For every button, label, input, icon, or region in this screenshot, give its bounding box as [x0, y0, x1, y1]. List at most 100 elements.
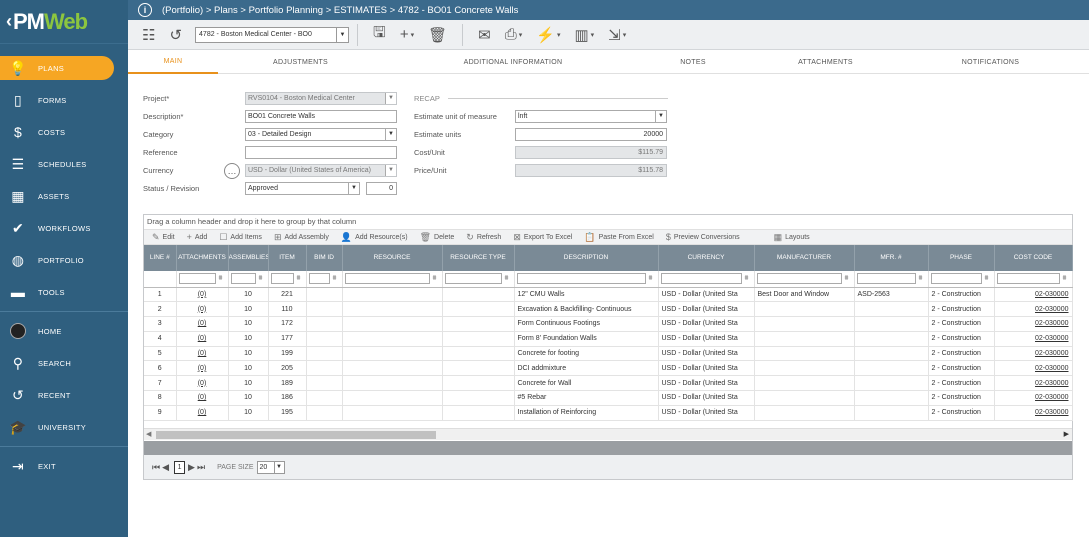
reference-field[interactable] — [245, 146, 397, 159]
cell-att[interactable]: (0) — [176, 346, 229, 362]
filter-cell[interactable]: ⩩ — [176, 271, 229, 288]
filter-cell[interactable]: ⩩ — [928, 271, 995, 288]
last-page-icon[interactable]: ⏭ — [197, 462, 205, 473]
tab-adjustments[interactable]: ADJUSTMENTS — [218, 50, 383, 74]
filter-cell[interactable]: ⩩ — [514, 271, 659, 288]
sidebar-item-workflows[interactable]: ✔ WORKFLOWS — [0, 212, 128, 244]
sidebar-item-assets[interactable]: ▦ ASSETS — [0, 180, 128, 212]
col-phase[interactable]: PHASE — [928, 245, 995, 271]
table-row[interactable]: 4 (0) 10 177 Form 8' Foundation Walls USD - D… — [144, 331, 1073, 347]
cell-code[interactable]: 02-030000 — [994, 405, 1073, 421]
table-row[interactable]: 9 (0) 10 195 Installation of Reinforcing USD … — [144, 405, 1073, 421]
sidebar-item-forms[interactable]: ▯ FORMS — [0, 84, 128, 116]
prev-page-icon[interactable]: ◀ — [162, 462, 169, 473]
col-resource[interactable]: RESOURCE — [342, 245, 443, 271]
sidebar-item-exit[interactable]: ⇥ EXIT — [0, 450, 128, 482]
next-page-icon[interactable]: ▶ — [188, 462, 195, 473]
add-items-button[interactable]: ☐ Add Items — [219, 232, 262, 243]
scroll-thumb[interactable] — [156, 431, 436, 439]
cell-att[interactable]: (0) — [176, 287, 229, 303]
col-description[interactable]: DESCRIPTION — [514, 245, 659, 271]
category-select[interactable]: 03 - Detailed Design ▼ — [245, 128, 397, 141]
currency-select[interactable]: USD - Dollar (United States of America) ▼ — [245, 164, 397, 177]
add-assembly-button[interactable]: ⊞ Add Assembly — [274, 232, 329, 243]
tab-notes[interactable]: NOTES — [643, 50, 743, 74]
filter-icon[interactable]: ⩩ — [842, 275, 852, 283]
refresh-button[interactable]: ↻ Refresh — [466, 232, 501, 243]
filter-icon[interactable]: ⩩ — [502, 275, 512, 283]
sidebar-item-search[interactable]: ⚲ SEARCH — [0, 347, 128, 379]
filter-cell[interactable]: ⩩ — [342, 271, 443, 288]
filter-cell[interactable]: ⩩ — [658, 271, 755, 288]
table-row[interactable]: 3 (0) 10 172 Form Continuous Footings USD - D… — [144, 316, 1073, 332]
filter-cell[interactable]: ⩩ — [442, 271, 515, 288]
col-attachments[interactable]: ATTACHMENTS — [176, 245, 229, 271]
breadcrumb[interactable]: (Portfolio) > Plans > Portfolio Planning… — [162, 5, 518, 16]
units-field[interactable]: 20000 — [515, 128, 667, 141]
filter-cell[interactable]: ⩩ — [228, 271, 269, 288]
table-row[interactable]: 6 (0) 10 205 DCI addmixture USD - Dollar (Uni… — [144, 360, 1073, 377]
cell-code[interactable]: 02-030000 — [994, 360, 1073, 377]
filter-cell[interactable]: ⩩ — [994, 271, 1073, 288]
col-assemblies[interactable]: ASSEMBLIES — [228, 245, 269, 271]
delete-button[interactable]: 🗑 Delete — [420, 232, 455, 243]
page-number[interactable]: 1 — [174, 460, 186, 474]
cell-code[interactable]: 02-030000 — [994, 287, 1073, 303]
filter-icon[interactable]: ⩩ — [1060, 275, 1070, 283]
cell-att[interactable]: (0) — [176, 316, 229, 332]
cell-att[interactable]: (0) — [176, 360, 229, 377]
horizontal-scrollbar[interactable]: ◀ ▶ — [144, 428, 1072, 440]
page-size-select[interactable]: 20 ▼ — [256, 460, 285, 474]
filter-cell[interactable]: ⩩ — [268, 271, 307, 288]
list-icon[interactable]: ☷ — [142, 26, 155, 44]
save-icon[interactable]: 🖫 — [373, 22, 386, 47]
lightning-icon[interactable]: ⚡ ▾ — [536, 26, 560, 44]
sidebar-item-university[interactable]: 🎓 UNIVERSITY — [0, 411, 128, 443]
filter-cell[interactable]: ⩩ — [754, 271, 855, 288]
col-mfr-no[interactable]: MFR. # — [854, 245, 929, 271]
col-resource-type[interactable]: RESOURCE TYPE — [442, 245, 515, 271]
scroll-left-icon[interactable]: ◀ — [146, 430, 151, 438]
back-chevron-icon[interactable]: ‹ — [6, 11, 12, 32]
record-select[interactable]: 4782 - Boston Medical Center - BO0 ▼ — [195, 26, 350, 43]
tab-additional-information[interactable]: ADDITIONAL INFORMATION — [383, 50, 643, 74]
cell-att[interactable]: (0) — [176, 375, 229, 392]
print-icon[interactable]: ⎙ ▾ — [505, 26, 523, 43]
preview-conversions-button[interactable]: $ Preview Conversions — [666, 232, 740, 242]
email-icon[interactable]: ✉ — [478, 26, 491, 44]
export-icon[interactable]: ⇲ ▾ — [608, 26, 626, 44]
filter-icon[interactable]: ⩩ — [216, 275, 226, 283]
cell-code[interactable]: 02-030000 — [994, 346, 1073, 362]
table-row[interactable]: 8 (0) 10 186 #5 Rebar USD - Dollar (United St… — [144, 390, 1073, 406]
cell-code[interactable]: 02-030000 — [994, 390, 1073, 406]
sidebar-item-recent[interactable]: ↺ RECENT — [0, 379, 128, 411]
cell-code[interactable]: 02-030000 — [994, 375, 1073, 392]
sidebar-item-plans[interactable]: 💡 PLANS — [0, 56, 114, 80]
cell-code[interactable]: 02-030000 — [994, 301, 1073, 318]
col-currency[interactable]: CURRENCY — [658, 245, 755, 271]
col-manufacturer[interactable]: MANUFACTURER — [754, 245, 855, 271]
revision-field[interactable]: 0 — [366, 182, 397, 195]
3d-icon[interactable]: ▥ ▾ — [574, 26, 594, 44]
filter-icon[interactable]: ⩩ — [256, 275, 266, 283]
col-item[interactable]: ITEM — [268, 245, 307, 271]
filter-icon[interactable]: ⩩ — [982, 275, 992, 283]
layouts-button[interactable]: ▦ Layouts — [774, 232, 810, 243]
col-line[interactable]: LINE # — [144, 245, 177, 271]
export-excel-button[interactable]: ⊠ Export To Excel — [513, 232, 572, 243]
filter-icon[interactable]: ⩩ — [742, 275, 752, 283]
filter-cell[interactable]: ⩩ — [306, 271, 343, 288]
delete-icon[interactable]: 🗑 — [428, 26, 447, 44]
first-page-icon[interactable]: ⏮ — [152, 462, 160, 473]
sidebar-item-portfolio[interactable]: ◍ PORTFOLIO — [0, 244, 128, 276]
col-bim-id[interactable]: BIM ID — [306, 245, 343, 271]
cell-att[interactable]: (0) — [176, 331, 229, 347]
filter-icon[interactable]: ⩩ — [294, 275, 304, 283]
table-row[interactable]: 5 (0) 10 199 Concrete for footing USD - Dolla… — [144, 346, 1073, 362]
project-select[interactable]: RVS0104 - Boston Medical Center ▼ — [245, 92, 397, 105]
scroll-right-icon[interactable]: ▶ — [1064, 430, 1069, 438]
cell-code[interactable]: 02-030000 — [994, 316, 1073, 332]
cell-att[interactable]: (0) — [176, 405, 229, 421]
more-options-icon[interactable]: … — [224, 163, 240, 179]
sidebar-item-home[interactable]: HOME — [0, 315, 128, 347]
